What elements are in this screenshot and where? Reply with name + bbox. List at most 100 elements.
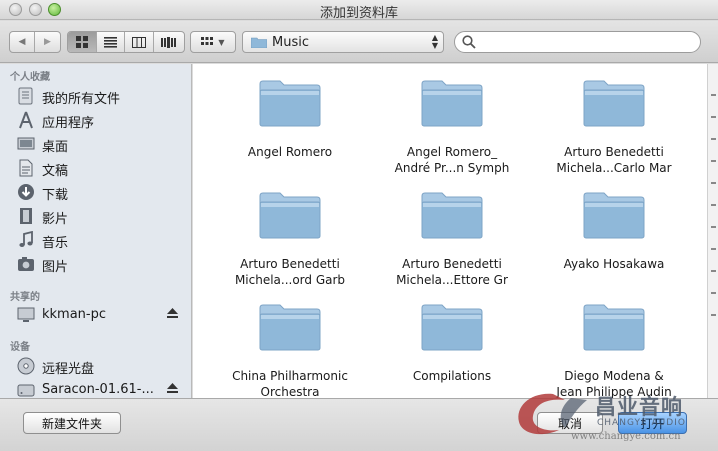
folder-icon <box>583 80 645 127</box>
sidebar-section-devices: 设备 <box>10 342 30 353</box>
sidebar-item-saracon-disk[interactable]: Saracon-01.61-... <box>0 379 191 398</box>
edge-mark <box>711 248 716 250</box>
icon-view-icon <box>75 36 88 48</box>
folder-name-line: China Philharmonic <box>232 369 348 383</box>
edge-mark <box>711 226 716 228</box>
folder-name: Angel Romero_ André Pr...n Symph <box>371 144 533 176</box>
sidebar-item-movies[interactable]: 影片 <box>0 205 191 227</box>
eject-icon[interactable] <box>167 308 178 319</box>
path-popup[interactable]: Music ▲ ▼ <box>242 31 444 53</box>
sidebar-item-label: 影片 <box>42 212 69 227</box>
sidebar: 个人收藏 我的所有文件 应用程序 桌面 文稿 下载 影片 音乐 图片 共享的 k… <box>0 64 192 398</box>
edge-mark <box>711 116 716 118</box>
folder-icon <box>421 80 483 127</box>
arrange-icon <box>201 37 214 45</box>
folder-name: Arturo Benedetti Michela...Carlo Mar <box>533 144 695 176</box>
eject-icon[interactable] <box>167 383 178 394</box>
updown-arrows-icon: ▲ ▼ <box>431 33 438 50</box>
sidebar-item-kkman-pc[interactable]: kkman-pc <box>0 304 191 326</box>
folder-name: Diego Modena & Jean Philippe Audin <box>533 368 695 398</box>
coverflow-view-button[interactable] <box>154 32 184 52</box>
bottom-bar: 新建文件夹 取消 打开 <box>0 398 718 451</box>
folder-item[interactable]: Arturo Benedetti Michela...Carlo Mar <box>533 78 695 176</box>
sidebar-item-pictures[interactable]: 图片 <box>0 253 191 275</box>
applications-icon <box>19 111 33 129</box>
folder-item[interactable]: Angel Romero_ André Pr...n Symph <box>371 78 533 176</box>
folder-name: Angel Romero <box>209 144 371 160</box>
folder-name-line: Angel Romero <box>247 145 333 159</box>
folder-icon <box>259 304 321 351</box>
chevron-down-icon: ▼ <box>218 37 225 47</box>
folder-name-line: Arturo Benedetti <box>240 257 340 271</box>
edge-mark <box>711 314 716 316</box>
coverflow-view-icon <box>161 36 177 48</box>
pictures-icon <box>18 257 34 271</box>
folder-item[interactable]: Arturo Benedetti Michela...Ettore Gr <box>371 190 533 288</box>
folder-item[interactable]: China Philharmonic Orchestra <box>209 302 371 398</box>
edge-mark <box>711 160 716 162</box>
folder-name-line: Diego Modena & <box>564 369 664 383</box>
folder-item[interactable]: Angel Romero <box>209 78 371 160</box>
nav-buttons: ◀ ▶ <box>9 31 61 53</box>
sidebar-item-remote-disc[interactable]: 远程光盘 <box>0 355 191 377</box>
sidebar-item-applications[interactable]: 应用程序 <box>0 109 191 131</box>
edge-mark <box>711 94 716 96</box>
window-title: 添加到资料库 <box>319 6 398 21</box>
folder-item[interactable]: Compilations <box>371 302 533 384</box>
title-bar: 添加到资料库 <box>0 0 718 21</box>
sidebar-item-label: 我的所有文件 <box>42 92 121 107</box>
folder-name-line: Jean Philippe Audin <box>556 385 672 398</box>
folder-item[interactable]: Diego Modena & Jean Philippe Audin <box>533 302 695 398</box>
icon-view-button[interactable] <box>68 32 97 52</box>
new-folder-button[interactable]: 新建文件夹 <box>23 412 121 434</box>
column-view-button[interactable] <box>125 32 154 52</box>
folder-icon <box>251 37 267 48</box>
folder-name-line: Orchestra <box>260 385 320 398</box>
sidebar-section-shared: 共享的 <box>10 292 40 303</box>
folder-item[interactable]: Arturo Benedetti Michela...ord Garb <box>209 190 371 288</box>
sidebar-item-all-files[interactable]: 我的所有文件 <box>0 85 191 107</box>
list-view-icon <box>103 36 117 48</box>
movies-icon <box>20 208 32 224</box>
search-icon <box>462 35 476 49</box>
sidebar-item-label: 下载 <box>42 188 69 203</box>
folder-name-line: Compilations <box>412 369 492 383</box>
folder-icon <box>259 80 321 127</box>
folder-item[interactable]: Ayako Hosakawa <box>533 190 695 272</box>
pc-icon <box>17 307 35 322</box>
folder-name-line: André Pr...n Symph <box>394 161 510 175</box>
sidebar-item-desktop[interactable]: 桌面 <box>0 133 191 155</box>
folder-icon <box>583 192 645 239</box>
forward-arrow-icon: ▶ <box>44 37 51 47</box>
open-button[interactable]: 打开 <box>618 412 687 434</box>
folder-name-line: Michela...Carlo Mar <box>556 161 672 175</box>
back-arrow-icon: ◀ <box>18 37 26 47</box>
sidebar-item-label: 应用程序 <box>42 116 95 131</box>
background-window-edge <box>707 64 718 398</box>
sidebar-item-label: Saracon-01.61-... <box>42 382 154 397</box>
arrange-button[interactable]: ▼ <box>190 31 236 53</box>
folder-name: Arturo Benedetti Michela...ord Garb <box>209 256 371 288</box>
search-field[interactable] <box>454 31 701 53</box>
view-switcher <box>67 31 185 53</box>
edge-mark <box>711 204 716 206</box>
edge-mark <box>711 182 716 184</box>
list-view-button[interactable] <box>97 32 126 52</box>
disk-icon <box>17 384 35 397</box>
sidebar-item-documents[interactable]: 文稿 <box>0 157 191 179</box>
folder-icon <box>421 304 483 351</box>
folder-name: Arturo Benedetti Michela...Ettore Gr <box>371 256 533 288</box>
folder-icon <box>259 192 321 239</box>
cancel-button[interactable]: 取消 <box>537 412 603 434</box>
toolbar: ◀ ▶ ▼ Music ▲ ▼ <box>0 21 718 63</box>
sidebar-item-music[interactable]: 音乐 <box>0 229 191 251</box>
folder-name-line: Michela...ord Garb <box>234 273 346 287</box>
sidebar-section-favorites: 个人收藏 <box>10 72 50 83</box>
sidebar-item-label: kkman-pc <box>42 307 107 322</box>
edge-mark <box>711 138 716 140</box>
music-icon <box>19 231 33 247</box>
forward-button[interactable]: ▶ <box>35 32 60 52</box>
back-button[interactable]: ◀ <box>10 32 36 52</box>
sidebar-item-downloads[interactable]: 下载 <box>0 181 191 203</box>
folder-name-line: Michela...Ettore Gr <box>396 273 508 287</box>
